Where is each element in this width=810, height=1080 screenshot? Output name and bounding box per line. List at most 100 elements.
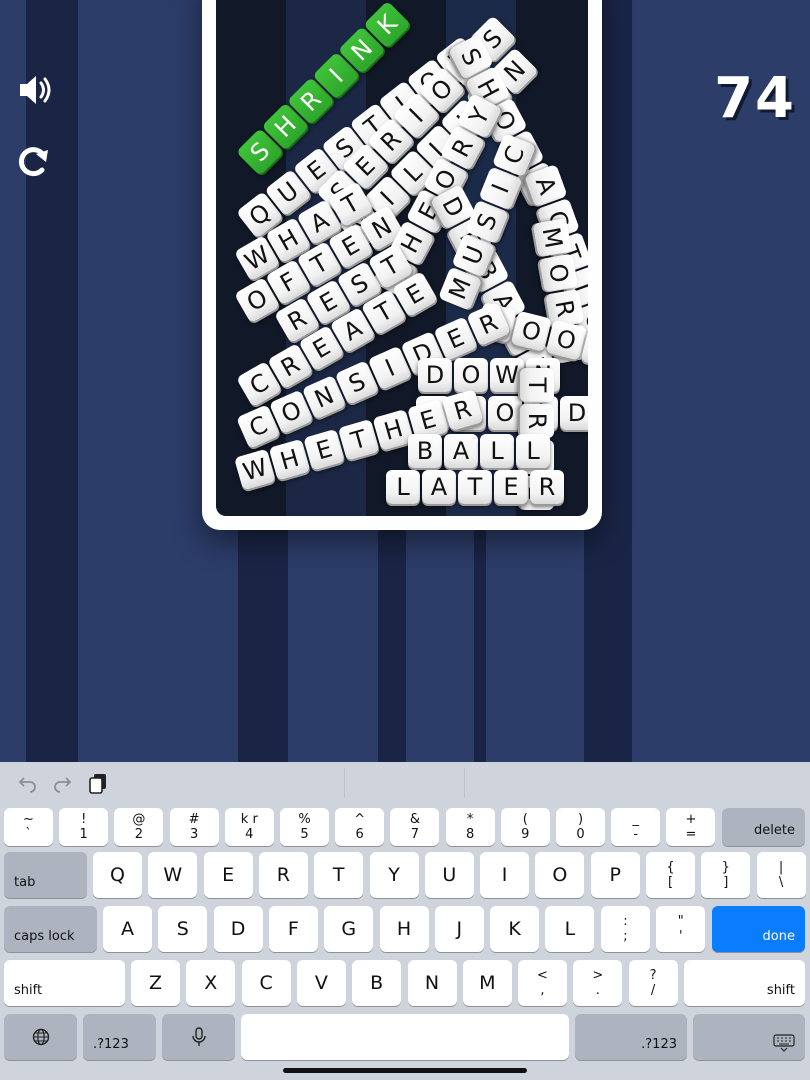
key-][interactable]: }] [701,852,751,898]
key-`[interactable]: ~ ` [4,808,53,846]
key-symbol[interactable]: <, [518,960,567,1006]
space-bar[interactable] [241,1014,569,1060]
key-d[interactable]: D [213,906,263,952]
letter-tile[interactable]: D [560,396,588,430]
redo-icon[interactable] [50,772,74,796]
key-label: done [762,929,795,944]
key-label: Z [148,972,163,994]
numbers-key-left[interactable]: .?123 [83,1014,156,1060]
key-i[interactable]: I [480,852,530,898]
key-p[interactable]: P [590,852,640,898]
word-ball[interactable]: BALL [408,434,552,468]
game-area: 74 SHRINKQUESTIONSERIOUSMILLIONSHOOTACTI… [0,0,810,762]
paste-icon[interactable] [86,772,110,796]
globe-key[interactable] [4,1014,77,1060]
key-h[interactable]: H [379,906,429,952]
key-top-label: ( [522,812,528,827]
key-label: L [564,918,576,940]
score: 74 [714,66,796,131]
key-3[interactable]: #3 [169,808,219,846]
delete-key[interactable]: delete [722,808,805,846]
tab-key[interactable]: tab [4,852,87,898]
caps-lock-key[interactable]: caps lock [4,906,97,952]
letter-tile[interactable]: L [386,470,420,504]
key-m[interactable]: M [462,960,512,1006]
letter-tile[interactable]: O [545,319,587,361]
key-6[interactable]: ^ 6 [335,808,385,846]
letter-tile[interactable]: L [516,434,550,468]
key-symbol[interactable]: " ' [656,906,706,952]
key-bottom-label: 0 [576,827,585,842]
key-bottom-label: 3 [189,827,199,842]
word-later[interactable]: LATER [386,470,566,504]
letter-tile[interactable]: O [538,253,579,293]
key-label: H [396,918,412,940]
key-q[interactable]: Q [93,852,142,898]
key-top-label: + [685,812,697,827]
key-5[interactable]: % 5 [280,808,329,846]
key-4[interactable]: k r4 [224,808,274,846]
key-n[interactable]: N [407,960,457,1006]
key-b[interactable]: B [352,960,402,1006]
shift-right-key[interactable]: shift [684,960,805,1006]
key-f[interactable]: F [268,906,318,952]
restart-button[interactable] [12,138,56,182]
key-o[interactable]: O [535,852,585,898]
key-v[interactable]: V [296,960,346,1006]
key-2[interactable]: @2 [114,808,164,846]
key-top-label: @ [132,812,146,827]
letter-tile[interactable]: O [454,358,488,392]
microphone-key[interactable] [162,1014,235,1060]
key-x[interactable]: X [186,960,236,1006]
key-y[interactable]: Y [369,852,419,898]
key-9[interactable]: (9 [500,808,550,846]
key-7[interactable]: & 7 [390,808,440,846]
key-j[interactable]: J [434,906,484,952]
letter-tile[interactable]: D [418,358,452,392]
key-bottom-label: \ [778,875,784,890]
key--[interactable]: _ - [611,808,661,846]
shift-left-key[interactable]: shift [4,960,125,1006]
hide-keyboard-key[interactable] [693,1014,805,1060]
key-z[interactable]: Z [131,960,180,1006]
key-l[interactable]: L [545,906,595,952]
letter-tile[interactable]: W [490,358,524,392]
key-8[interactable]: * 8 [445,808,495,846]
key-u[interactable]: U [424,852,474,898]
done-key[interactable]: done [712,906,805,952]
key-w[interactable]: W [148,852,198,898]
letter-tile[interactable]: O [488,396,522,430]
key-g[interactable]: G [324,906,374,952]
letter-tile[interactable]: R [520,404,554,438]
undo-icon[interactable] [16,772,40,796]
key-r[interactable]: R [258,852,308,898]
numbers-key-right[interactable]: .?123 [575,1014,687,1060]
key-1[interactable]: ! 1 [59,808,109,846]
key-label: shift [14,983,43,998]
key-k[interactable]: K [490,906,540,952]
letter-tile[interactable]: T [520,368,554,402]
key-=[interactable]: + = [666,808,716,846]
key-s[interactable]: S [158,906,208,952]
key-\[interactable]: | \ [756,852,806,898]
letter-tile[interactable]: L [480,434,514,468]
key-0[interactable]: ) 0 [556,808,605,846]
key-symbol[interactable]: :; [601,906,650,952]
key-e[interactable]: E [203,852,253,898]
sound-button[interactable] [14,68,58,112]
key-symbol[interactable]: >. [573,960,623,1006]
home-indicator [283,1068,527,1073]
key-a[interactable]: A [103,906,152,952]
key-t[interactable]: T [314,852,364,898]
key-c[interactable]: C [241,960,291,1006]
letter-tile[interactable]: R [530,470,564,504]
toolbar-divider [344,768,345,798]
key-symbol[interactable]: ? / [628,960,678,1006]
letter-tile[interactable]: B [408,434,442,468]
letter-tile[interactable]: M [532,218,572,258]
letter-tile[interactable]: A [422,470,456,504]
letter-tile[interactable]: A [444,434,478,468]
letter-tile[interactable]: T [458,470,492,504]
letter-tile[interactable]: E [494,470,528,504]
key-[[interactable]: {[ [646,852,695,898]
